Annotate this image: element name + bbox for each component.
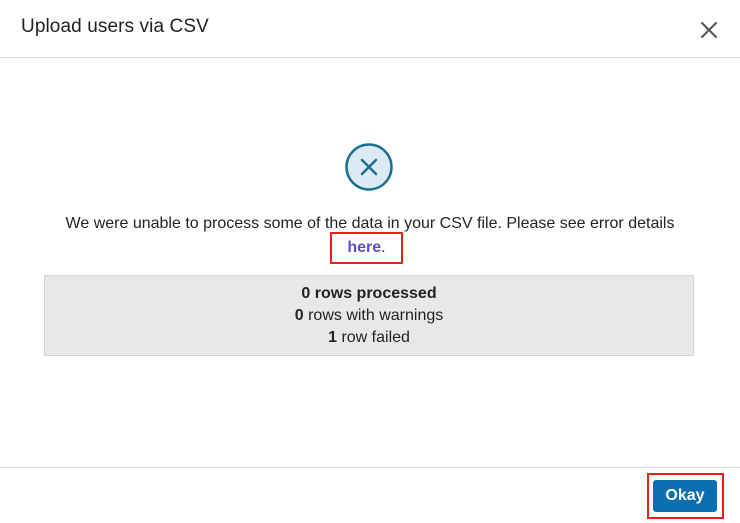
dialog-header: Upload users via CSV: [0, 0, 740, 58]
error-details-link-highlight: here.: [330, 232, 403, 264]
failed-label: row failed: [341, 329, 410, 346]
error-x-circle-icon: [344, 142, 394, 192]
processed-label: rows processed: [314, 285, 437, 302]
error-details-link[interactable]: here: [347, 239, 381, 256]
summary-failed: 1 row failed: [45, 327, 693, 349]
summary-processed: 0 rows processed: [45, 283, 693, 305]
failed-count: 1: [328, 329, 337, 346]
dialog-footer: [0, 467, 740, 523]
message-period: .: [381, 239, 386, 256]
processed-count: 0: [301, 285, 311, 302]
warnings-count: 0: [294, 307, 304, 324]
okay-button[interactable]: Okay: [653, 480, 717, 512]
upload-summary-panel: 0 rows processed 0 rows with warnings 1 …: [44, 275, 694, 356]
summary-warnings: 0 rows with warnings: [45, 305, 693, 327]
dialog-title: Upload users via CSV: [21, 16, 209, 37]
upload-users-dialog: Upload users via CSV We were unable to p…: [0, 0, 740, 523]
close-icon[interactable]: [697, 18, 721, 42]
warnings-label: rows with warnings: [308, 307, 444, 324]
